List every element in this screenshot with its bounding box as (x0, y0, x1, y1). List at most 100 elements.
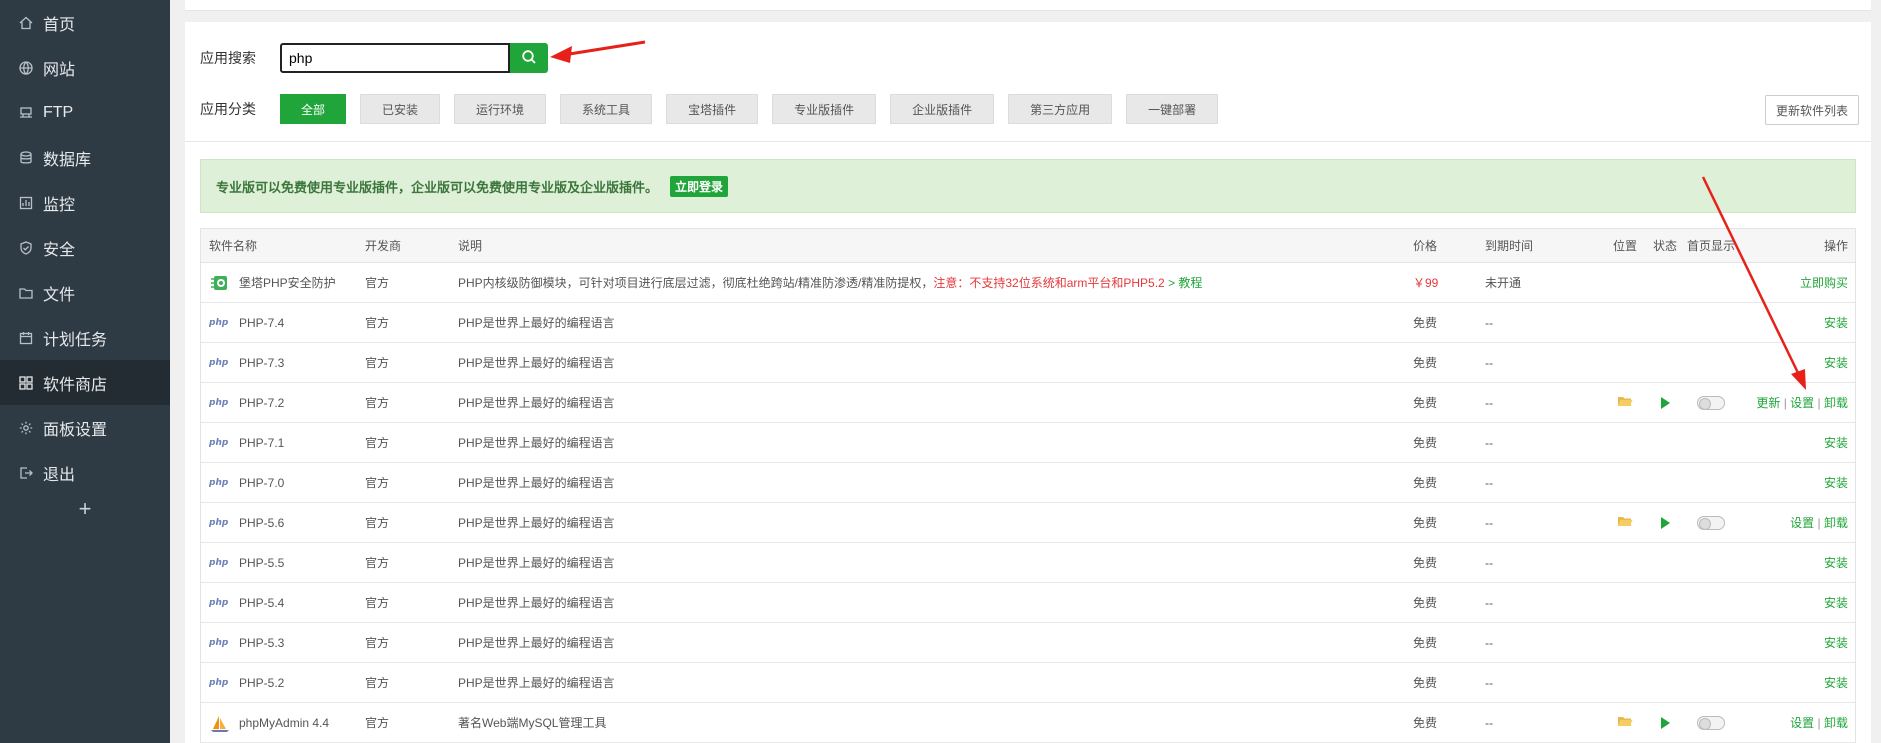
logout-icon (18, 465, 34, 481)
header-position: 位置 (1612, 239, 1637, 253)
sidebar-item-security[interactable]: 安全 (0, 225, 170, 270)
table-row: php PHP-5.4 官方 PHP是世界上最好的编程语言 免费 -- 安装 (201, 583, 1855, 623)
table-row: 堡塔PHP安全防护 官方 PHP内核级防御模块，可针对项目进行底层过滤，彻底杜绝… (201, 263, 1855, 303)
search-button[interactable] (510, 43, 548, 73)
software-expire: -- (1485, 595, 1493, 610)
tutorial-link[interactable]: > 教程 (1165, 276, 1202, 290)
sidebar-item-panel-settings[interactable]: 面板设置 (0, 405, 170, 450)
home-display-toggle[interactable] (1697, 395, 1725, 410)
software-price: 免费 (1413, 516, 1438, 530)
sidebar-item-label: 网站 (43, 61, 76, 79)
header-home: 首页显示 (1686, 239, 1735, 253)
category-third-party[interactable]: 第三方应用 (1008, 94, 1113, 124)
software-desc: 著名Web端MySQL管理工具 (458, 716, 607, 730)
php-security-icon (209, 272, 231, 294)
open-folder-icon[interactable] (1617, 715, 1633, 730)
software-store-panel: 应用搜索 应用分类 全部 已安装 运行环境 系统工具 宝塔插件 专业版插件 企业… (185, 22, 1871, 743)
sidebar-item-software-store[interactable]: 软件商店 (0, 360, 170, 405)
running-play-icon[interactable] (1660, 396, 1670, 409)
install-link[interactable]: 安装 (1737, 354, 1855, 371)
software-desc: PHP内核级防御模块，可针对项目进行底层过滤，彻底杜绝跨站/精准防渗透/精准防提… (458, 276, 1203, 290)
software-desc: PHP是世界上最好的编程语言 (458, 636, 615, 650)
software-expire: -- (1485, 675, 1493, 690)
add-nav-button[interactable]: + (0, 491, 170, 527)
category-one-click-deploy[interactable]: 一键部署 (1126, 94, 1219, 124)
software-dev: 官方 (365, 596, 390, 610)
software-price: 免费 (1413, 396, 1438, 410)
software-expire: -- (1485, 395, 1493, 410)
install-link[interactable]: 安装 (1737, 674, 1855, 691)
header-op: 操作 (1823, 239, 1848, 253)
calendar-icon (18, 330, 34, 346)
category-installed[interactable]: 已安装 (360, 94, 441, 124)
software-expire: -- (1485, 315, 1493, 330)
category-system-tools[interactable]: 系统工具 (560, 94, 653, 124)
sidebar-item-ftp[interactable]: FTP (0, 90, 170, 135)
op-separator: | (1817, 396, 1821, 410)
running-play-icon[interactable] (1660, 716, 1670, 729)
settings-link[interactable]: 设置 (1790, 396, 1814, 410)
sidebar-item-label: 退出 (43, 466, 76, 484)
home-display-toggle[interactable] (1697, 715, 1725, 730)
running-play-icon[interactable] (1660, 516, 1670, 529)
update-link[interactable]: 更新 (1756, 396, 1780, 410)
install-link[interactable]: 安装 (1737, 634, 1855, 651)
software-price: 免费 (1413, 356, 1438, 370)
table-row: php PHP-7.1 官方 PHP是世界上最好的编程语言 免费 -- 安装 (201, 423, 1855, 463)
php-logo-icon: php (209, 597, 229, 608)
install-link[interactable]: 安装 (1737, 314, 1855, 331)
install-link[interactable]: 安装 (1737, 474, 1855, 491)
category-enterprise-plugins[interactable]: 企业版插件 (890, 94, 995, 124)
sidebar-item-files[interactable]: 文件 (0, 270, 170, 315)
sidebar-item-logout[interactable]: 退出 (0, 450, 170, 495)
install-link[interactable]: 安装 (1737, 434, 1855, 451)
globe-icon (18, 60, 34, 76)
table-row: php PHP-7.3 官方 PHP是世界上最好的编程语言 免费 -- 安装 (201, 343, 1855, 383)
install-link[interactable]: 安装 (1737, 554, 1855, 571)
sidebar-item-database[interactable]: 数据库 (0, 135, 170, 180)
search-input[interactable] (280, 43, 510, 73)
php-logo-icon: php (209, 677, 229, 688)
category-all[interactable]: 全部 (280, 94, 347, 124)
open-folder-icon[interactable] (1617, 395, 1633, 410)
sidebar-item-website[interactable]: 网站 (0, 45, 170, 90)
category-bt-plugins[interactable]: 宝塔插件 (666, 94, 759, 124)
software-dev: 官方 (365, 436, 390, 450)
software-name: phpMyAdmin 4.4 (239, 715, 330, 730)
software-dev: 官方 (365, 476, 390, 490)
uninstall-link[interactable]: 卸载 (1824, 516, 1848, 530)
home-display-toggle[interactable] (1697, 515, 1725, 530)
category-runtime[interactable]: 运行环境 (454, 94, 547, 124)
sidebar-item-monitor[interactable]: 监控 (0, 180, 170, 225)
open-folder-icon[interactable] (1617, 515, 1633, 530)
software-desc: PHP是世界上最好的编程语言 (458, 476, 615, 490)
software-dev: 官方 (365, 716, 390, 730)
category-pro-plugins[interactable]: 专业版插件 (772, 94, 877, 124)
software-price: 免费 (1413, 476, 1438, 490)
table-row: php PHP-5.3 官方 PHP是世界上最好的编程语言 免费 -- 安装 (201, 623, 1855, 663)
table-row: php PHP-5.2 官方 PHP是世界上最好的编程语言 免费 -- 安装 (201, 663, 1855, 703)
settings-link[interactable]: 设置 (1790, 516, 1814, 530)
phpmyadmin-sail-icon (209, 712, 231, 734)
header-state: 状态 (1652, 239, 1677, 253)
php-logo-icon: php (209, 637, 229, 648)
software-dev: 官方 (365, 396, 390, 410)
settings-link[interactable]: 设置 (1790, 716, 1814, 730)
sidebar: 首页 网站 FTP 数据库 监控 安全 文件 计划任务 软件商店 面板设置 退出… (0, 0, 170, 743)
sidebar-item-home[interactable]: 首页 (0, 0, 170, 45)
software-name: PHP-5.4 (239, 595, 285, 610)
sidebar-item-label: FTP (43, 103, 74, 121)
install-link[interactable]: 安装 (1737, 594, 1855, 611)
software-name: PHP-7.3 (239, 355, 285, 370)
uninstall-link[interactable]: 卸载 (1824, 396, 1848, 410)
update-software-list-button[interactable]: 更新软件列表 (1764, 95, 1859, 125)
sidebar-item-cron[interactable]: 计划任务 (0, 315, 170, 360)
search-icon (521, 49, 537, 68)
software-name: PHP-5.2 (239, 675, 285, 690)
gear-icon (18, 420, 34, 436)
software-expire: -- (1485, 635, 1493, 650)
uninstall-link[interactable]: 卸载 (1824, 716, 1848, 730)
software-expire: -- (1485, 475, 1493, 490)
login-now-button[interactable]: 立即登录 (670, 175, 729, 197)
buy-now-link[interactable]: 立即购买 (1737, 274, 1855, 291)
